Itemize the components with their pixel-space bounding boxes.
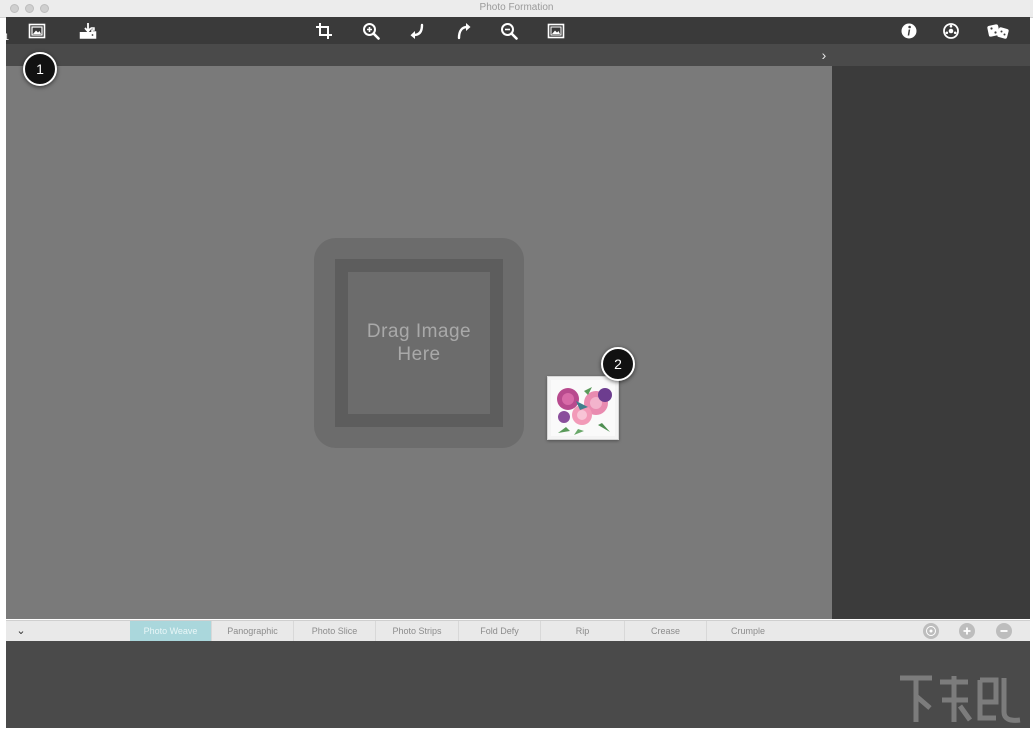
rotate-left-button[interactable] [407, 21, 427, 41]
remove-preset-button[interactable] [996, 623, 1012, 639]
settings-icon [926, 626, 936, 636]
share-button[interactable] [986, 21, 1012, 41]
settings-icon [943, 23, 959, 39]
add-preset-button[interactable] [959, 623, 975, 639]
right-panel [832, 66, 1030, 619]
drop-zone-frame: Drag Image Here [335, 259, 503, 427]
tab-photo-slice[interactable]: Photo Slice [294, 621, 376, 641]
flower-image-icon [551, 380, 615, 436]
crop-button[interactable] [314, 21, 334, 41]
effects-tab-bar: ⌄ Photo Weave Panographic Photo Slice Ph… [6, 620, 1030, 641]
watermark-logo-icon [900, 675, 1021, 723]
crop-icon [316, 23, 332, 39]
toolbar [6, 17, 1030, 44]
fit-image-icon [547, 23, 565, 39]
rotate-left-icon [410, 23, 424, 39]
open-image-button[interactable] [27, 21, 47, 41]
chevron-right-icon[interactable]: › [816, 45, 832, 65]
tab-crease[interactable]: Crease [625, 621, 707, 641]
title-bar: Photo Formation [0, 0, 1033, 18]
zoom-out-button[interactable] [499, 21, 519, 41]
zoom-in-button[interactable] [361, 21, 381, 41]
save-button[interactable] [78, 21, 98, 41]
fit-image-button[interactable] [546, 21, 566, 41]
tab-panographic[interactable]: Panographic [212, 621, 294, 641]
rotate-right-button[interactable] [454, 21, 474, 41]
image-canvas[interactable]: Drag Image Here [6, 66, 832, 619]
tab-crumple[interactable]: Crumple [707, 621, 789, 641]
options-bar: › [6, 44, 1030, 66]
tab-photo-strips[interactable]: Photo Strips [376, 621, 459, 641]
corner-mark: 1 [4, 32, 10, 42]
add-icon [963, 627, 971, 635]
open-image-icon [28, 23, 46, 39]
settings-button[interactable] [941, 21, 961, 41]
chevron-down-icon[interactable]: ⌄ [14, 621, 28, 641]
info-button[interactable] [899, 21, 919, 41]
zoom-out-icon [501, 23, 518, 40]
info-icon [901, 23, 917, 39]
callout-badge-2: 2 [601, 347, 635, 381]
zoom-in-icon [363, 23, 380, 40]
window-title: Photo Formation [479, 2, 554, 13]
preset-settings-button[interactable] [923, 623, 939, 639]
tab-rip[interactable]: Rip [541, 621, 625, 641]
presets-panel [6, 641, 1030, 728]
rotate-right-icon [457, 23, 471, 40]
drop-zone[interactable]: Drag Image Here [314, 238, 524, 448]
drop-zone-text: Drag Image Here [366, 321, 472, 365]
tab-fold-defy[interactable]: Fold Defy [459, 621, 541, 641]
save-icon [79, 23, 97, 39]
callout-badge-1: 1 [23, 52, 57, 86]
tab-photo-weave[interactable]: Photo Weave [130, 621, 212, 641]
dragged-image-thumbnail[interactable] [547, 376, 619, 440]
remove-icon [1000, 630, 1008, 632]
drop-zone-inner: Drag Image Here [348, 272, 490, 414]
share-icon [987, 24, 1009, 39]
